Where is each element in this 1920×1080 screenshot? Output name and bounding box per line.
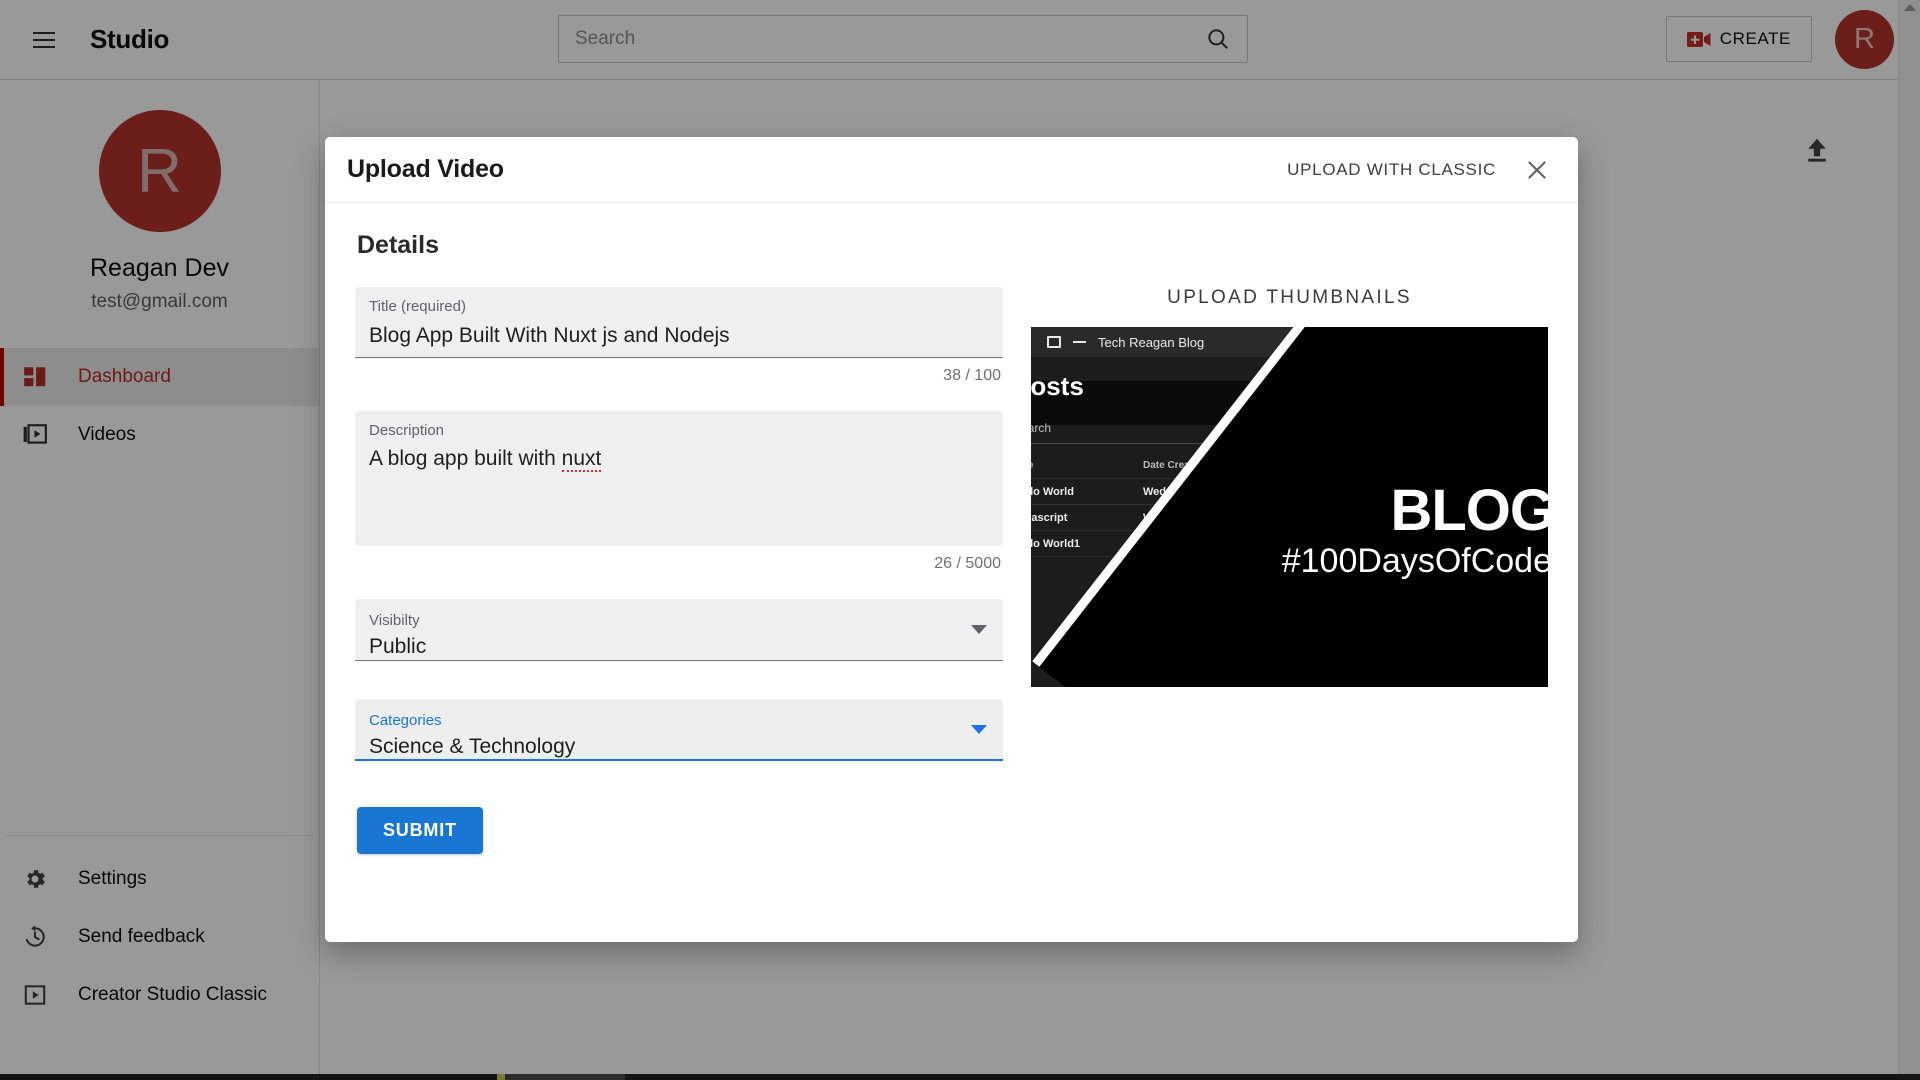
- chevron-down-icon[interactable]: [971, 625, 987, 634]
- os-taskbar: [0, 1074, 1920, 1080]
- details-section-title: Details: [357, 231, 1548, 260]
- chevron-down-icon[interactable]: [971, 725, 987, 734]
- upload-with-classic-link[interactable]: UPLOAD WITH CLASSIC: [1287, 160, 1496, 180]
- thumbnail-preview[interactable]: Tech Reagan Blog Posts Search Title Date…: [1031, 327, 1548, 687]
- categories-select-label: Categories: [369, 712, 989, 729]
- submit-button[interactable]: SUBMIT: [357, 807, 483, 854]
- visibility-select-value: Public: [369, 635, 989, 659]
- thumbnail-window-title: Tech Reagan Blog: [1098, 335, 1204, 350]
- categories-select[interactable]: Categories Science & Technology: [355, 699, 1003, 761]
- description-misspelled-word: nuxt: [562, 447, 602, 472]
- window-restore-icon: [1047, 336, 1061, 348]
- description-field[interactable]: Description A blog app built with nuxt: [355, 411, 1003, 546]
- window-minimize-icon: [1073, 341, 1086, 343]
- thumbnail-overlay-subtitle: #100DaysOfCode: [1282, 542, 1548, 581]
- column-header-title: Title: [1031, 460, 1143, 471]
- dialog-header: Upload Video UPLOAD WITH CLASSIC: [325, 137, 1578, 203]
- dialog-body: Details Title (required) Blog App Built …: [325, 203, 1578, 854]
- description-char-counter: 26 / 5000: [355, 555, 1003, 573]
- categories-select-value: Science & Technology: [369, 735, 989, 759]
- description-field-label: Description: [369, 423, 989, 440]
- thumbnails-panel: UPLOAD THUMBNAILS Tech Reagan Blog Posts…: [1003, 287, 1548, 854]
- upload-video-dialog: Upload Video UPLOAD WITH CLASSIC Details…: [325, 137, 1578, 942]
- spacer: [355, 573, 1003, 599]
- thumbnail-overlay-title: BLOG: [1390, 477, 1548, 544]
- app-root: Studio Search CREATE R: [0, 0, 1920, 1080]
- thumbnail-page-heading: Posts: [1031, 371, 1084, 402]
- taskbar-window-group: [497, 1074, 625, 1080]
- title-field[interactable]: Title (required) Blog App Built With Nux…: [355, 287, 1003, 358]
- row-title: Javascript: [1031, 512, 1143, 524]
- title-field-label: Title (required): [369, 299, 989, 316]
- taskbar-active-indicator: [497, 1074, 505, 1080]
- title-char-counter: 38 / 100: [355, 367, 1003, 385]
- row-title: Hello World: [1031, 486, 1143, 498]
- upload-thumbnails-heading: UPLOAD THUMBNAILS: [1031, 287, 1548, 309]
- spacer: [355, 661, 1003, 699]
- submit-row: SUBMIT: [357, 807, 1003, 854]
- title-field-value: Blog App Built With Nuxt js and Nodejs: [369, 323, 989, 349]
- description-field-value: A blog app built with nuxt: [369, 446, 989, 472]
- visibility-select-label: Visibilty: [369, 612, 989, 629]
- description-text-plain: A blog app built with: [369, 447, 562, 470]
- details-form: Title (required) Blog App Built With Nux…: [355, 287, 1003, 854]
- dialog-columns: Title (required) Blog App Built With Nux…: [355, 287, 1548, 854]
- spacer: [355, 385, 1003, 411]
- visibility-select[interactable]: Visibilty Public: [355, 599, 1003, 661]
- close-icon[interactable]: [1520, 153, 1554, 187]
- dialog-title: Upload Video: [347, 155, 504, 184]
